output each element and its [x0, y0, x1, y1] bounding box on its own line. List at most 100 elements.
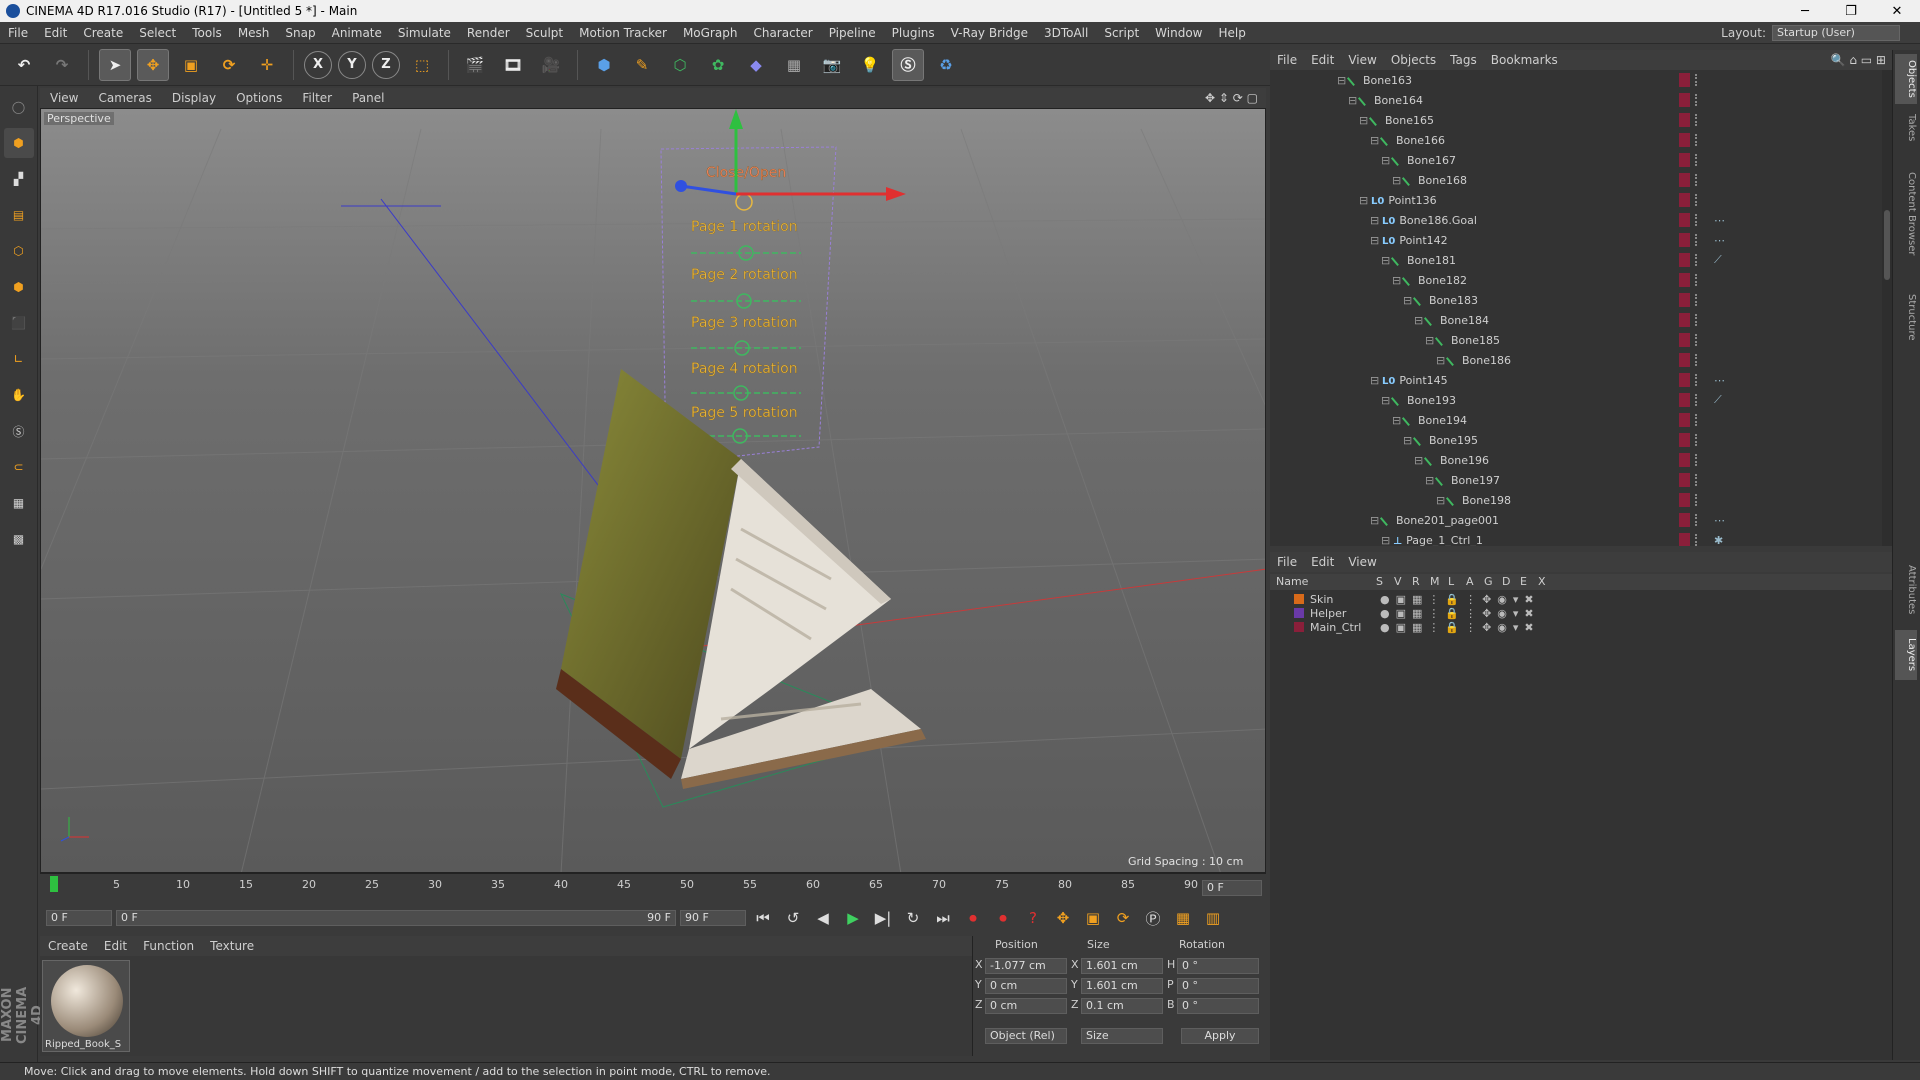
objmgr-menu-objects[interactable]: Objects [1384, 53, 1443, 67]
z-axis-lock-button[interactable]: Z [372, 50, 400, 79]
object-tag-icon[interactable]: ⟋ [1714, 253, 1722, 267]
select-pointer-icon[interactable]: ➤ [99, 48, 131, 81]
layer-flag-icons[interactable]: ●▣▦⋮🔒⋮✥◉▾✖ [1380, 593, 1540, 606]
object-tree-row[interactable]: ⊟ L0 Point136 [1270, 190, 1882, 210]
rotation-h-field[interactable]: 0 ° [1177, 958, 1259, 974]
visibility-dots-icon[interactable] [1695, 354, 1699, 366]
workplane-mode-icon[interactable]: ▤ [4, 200, 34, 230]
objmgr-search-home-icons[interactable]: 🔍 ⌂ ▭ ⊞ [1831, 53, 1900, 67]
move-tool-icon[interactable]: ✥ [137, 48, 169, 81]
object-tree-row[interactable]: ⊟ Bone168 [1270, 170, 1882, 190]
layer-color-swatch[interactable] [1679, 373, 1690, 387]
visibility-dots-icon[interactable] [1695, 534, 1699, 546]
object-tree-row[interactable]: ⊟ Bone196 [1270, 450, 1882, 470]
layer-color-swatch[interactable] [1679, 293, 1690, 307]
layer-menu-file[interactable]: File [1270, 555, 1304, 569]
menu-sculpt[interactable]: Sculpt [518, 26, 571, 40]
menu-3dtoall[interactable]: 3DToAll [1036, 26, 1096, 40]
visibility-dots-icon[interactable] [1695, 434, 1699, 446]
expand-toggle-icon[interactable]: ⊟ [1337, 74, 1346, 87]
play-icon[interactable]: ▶ [840, 905, 866, 931]
object-tree-row[interactable]: ⊟ Bone195 [1270, 430, 1882, 450]
go-to-end-icon[interactable]: ⏭ [930, 905, 956, 931]
layer-color-swatch[interactable] [1679, 453, 1690, 467]
subdivision-surface-icon[interactable]: ⬡ [664, 49, 696, 81]
object-tree-row[interactable]: ⊟ Bone186 [1270, 350, 1882, 370]
visibility-dots-icon[interactable] [1695, 134, 1699, 146]
layout-select[interactable]: Startup (User) [1772, 24, 1900, 41]
objmgr-menu-edit[interactable]: Edit [1304, 53, 1341, 67]
object-tree-row[interactable]: ⊟ Bone167 [1270, 150, 1882, 170]
menu-mograph[interactable]: MoGraph [675, 26, 746, 40]
object-tree-row[interactable]: ⊟ Bone201_page001 ⋯ [1270, 510, 1882, 530]
key-pla-icon[interactable]: ▦ [1170, 905, 1196, 931]
object-tree-row[interactable]: ⊟ Bone165 [1270, 110, 1882, 130]
menu-tools[interactable]: Tools [184, 26, 230, 40]
edges-mode-icon[interactable]: ⬢ [4, 272, 34, 302]
vray-icon[interactable]: Ⓢ [892, 48, 924, 81]
tweak-mode-icon[interactable]: ✋ [4, 380, 34, 410]
menu-pipeline[interactable]: Pipeline [821, 26, 884, 40]
layer-color-swatch[interactable] [1679, 513, 1690, 527]
object-tree-row[interactable]: ⊟ Bone185 [1270, 330, 1882, 350]
spline-pen-icon[interactable]: ✎ [626, 49, 658, 81]
magnet-icon[interactable]: ⊂ [4, 452, 34, 482]
visibility-dots-icon[interactable] [1695, 194, 1699, 206]
object-tree-row[interactable]: ⊟ Bone197 [1270, 470, 1882, 490]
go-to-start-icon[interactable]: ⏮ [750, 905, 776, 931]
key-position-icon[interactable]: ✥ [1050, 905, 1076, 931]
render-picture-viewer-icon[interactable]: 🎞 [497, 49, 529, 81]
tab-attributes[interactable]: Attributes [1895, 555, 1917, 625]
expand-toggle-icon[interactable]: ⊟ [1381, 254, 1390, 267]
object-tree-scrollbar[interactable] [1882, 70, 1892, 546]
visibility-dots-icon[interactable] [1695, 274, 1699, 286]
coordinate-system-icon[interactable]: ⬚ [406, 49, 438, 81]
previous-key-icon[interactable]: ↺ [780, 905, 806, 931]
apply-button[interactable]: Apply [1181, 1028, 1259, 1044]
menu-select[interactable]: Select [131, 26, 184, 40]
layer-color-swatch[interactable] [1679, 533, 1690, 546]
expand-toggle-icon[interactable]: ⊟ [1392, 414, 1401, 427]
objmgr-menu-view[interactable]: View [1341, 53, 1383, 67]
expand-toggle-icon[interactable]: ⊟ [1425, 474, 1434, 487]
keyframe-selection-icon[interactable]: ? [1020, 905, 1046, 931]
position-z-field[interactable]: 0 cm [985, 998, 1067, 1014]
object-tag-icon[interactable]: ⋯ [1714, 514, 1725, 527]
y-axis-lock-button[interactable]: Y [338, 50, 366, 79]
objmgr-menu-file[interactable]: File [1270, 53, 1304, 67]
control-page-3-rotation[interactable]: Page 3 rotation [691, 315, 798, 331]
menu-window[interactable]: Window [1147, 26, 1210, 40]
visibility-dots-icon[interactable] [1695, 94, 1699, 106]
object-tree-row[interactable]: ⊟ ⊥ Page_1_Ctrl_1 ✱ [1270, 530, 1882, 546]
coordinate-mode-select[interactable]: Object (Rel) [985, 1028, 1067, 1044]
object-tag-icon[interactable]: ⟋ [1714, 393, 1722, 407]
material-menu-function[interactable]: Function [135, 939, 202, 953]
camera-icon[interactable]: 📷 [816, 49, 848, 81]
expand-toggle-icon[interactable]: ⊟ [1370, 514, 1379, 527]
layer-color-swatch[interactable] [1294, 594, 1304, 604]
expand-toggle-icon[interactable]: ⊟ [1359, 114, 1368, 127]
layer-color-swatch[interactable] [1679, 273, 1690, 287]
light-icon[interactable]: 💡 [854, 49, 886, 81]
layer-color-swatch[interactable] [1679, 233, 1690, 247]
deformer-icon[interactable]: ◆ [740, 49, 772, 81]
object-tag-icon[interactable]: ⋯ [1714, 374, 1725, 387]
layer-color-swatch[interactable] [1679, 133, 1690, 147]
timeline-ruler[interactable]: 0 5 10 15 20 25 30 35 40 45 50 55 60 65 … [40, 873, 1266, 901]
menu-vray-bridge[interactable]: V-Ray Bridge [943, 26, 1036, 40]
object-tree-row[interactable]: ⊟ L0 Point142 ⋯ [1270, 230, 1882, 250]
position-y-field[interactable]: 0 cm [985, 978, 1067, 994]
size-y-field[interactable]: 1.601 cm [1081, 978, 1163, 994]
expand-toggle-icon[interactable]: ⊟ [1370, 234, 1379, 247]
visibility-dots-icon[interactable] [1695, 374, 1699, 386]
floor-scene-icon[interactable]: ▦ [778, 49, 810, 81]
visibility-dots-icon[interactable] [1695, 174, 1699, 186]
control-page-5-rotation[interactable]: Page 5 rotation [691, 405, 798, 421]
layer-color-swatch[interactable] [1679, 73, 1690, 87]
polygons-mode-icon[interactable]: ⬛ [4, 308, 34, 338]
expand-toggle-icon[interactable]: ⊟ [1436, 354, 1445, 367]
undo-icon[interactable]: ↶ [8, 49, 40, 81]
visibility-dots-icon[interactable] [1695, 494, 1699, 506]
expand-toggle-icon[interactable]: ⊟ [1436, 494, 1445, 507]
menu-plugins[interactable]: Plugins [884, 26, 943, 40]
